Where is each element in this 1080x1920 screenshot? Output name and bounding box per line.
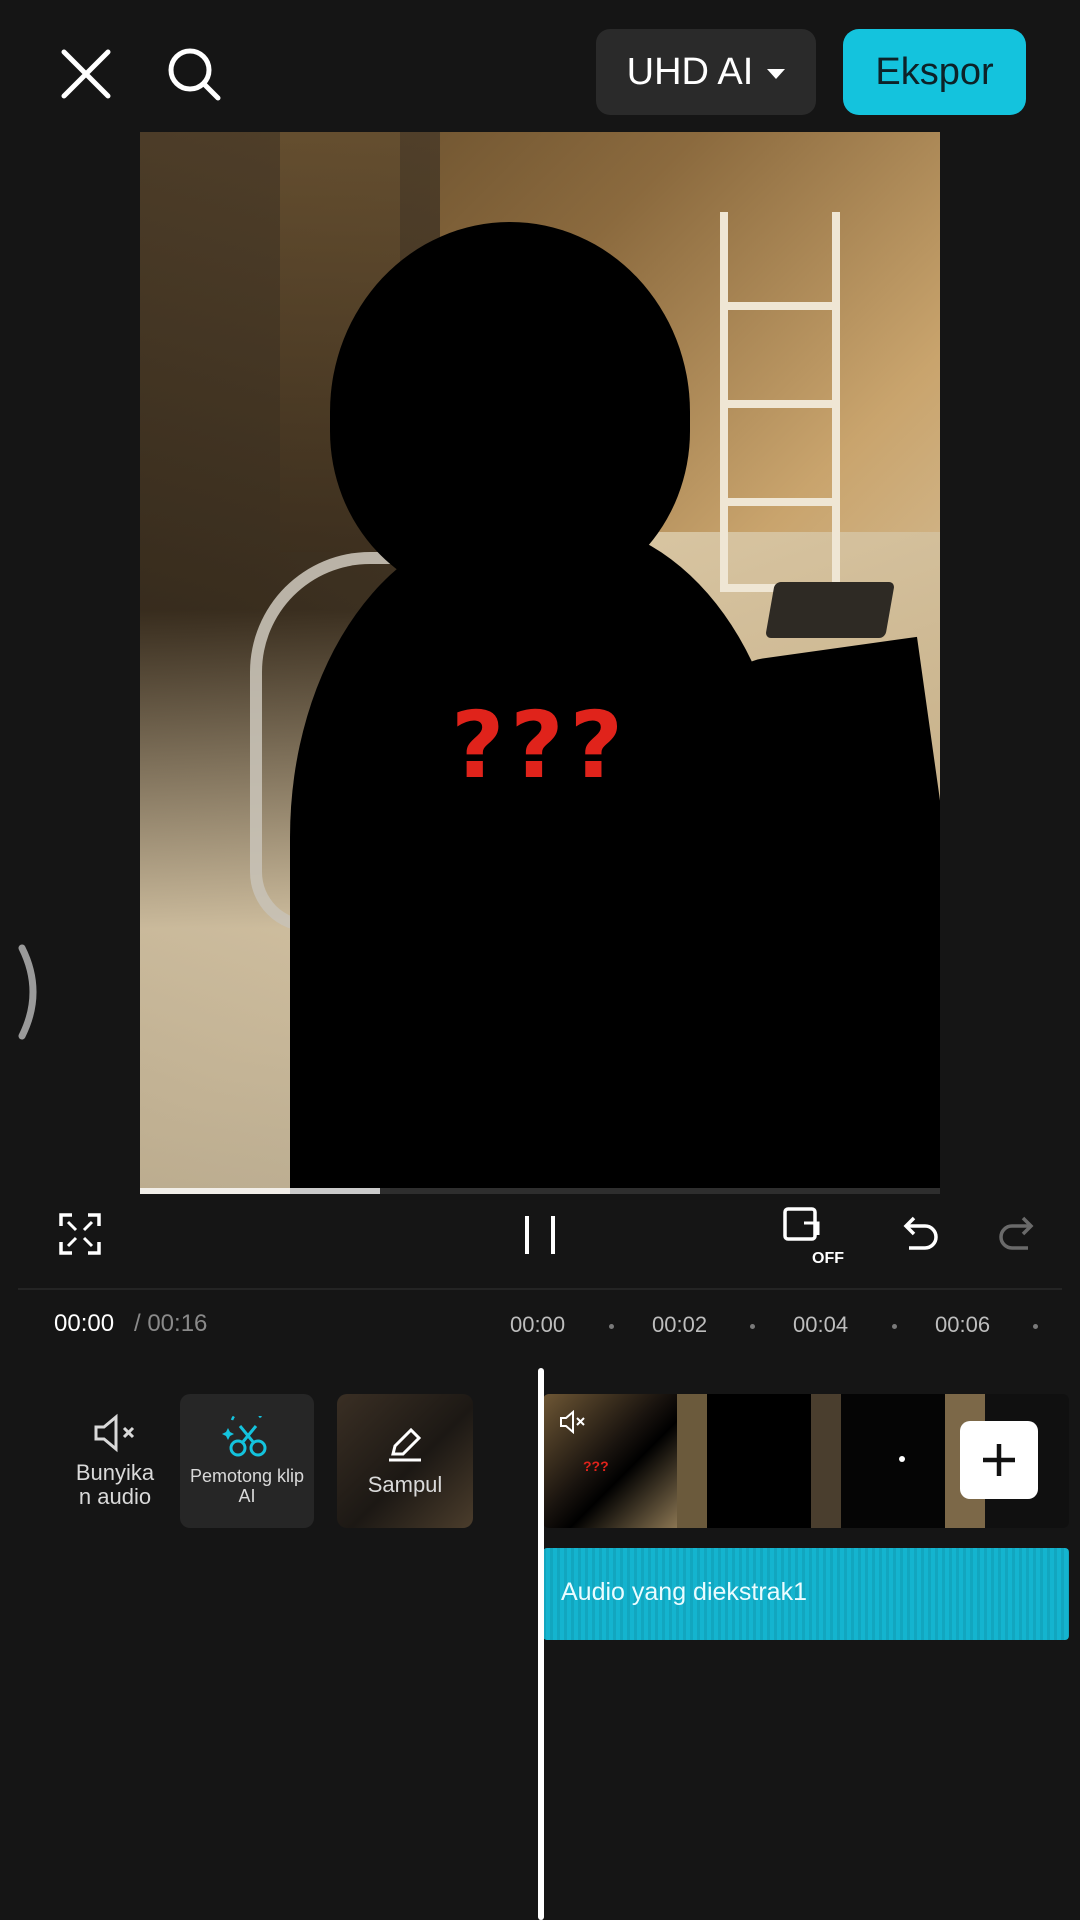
current-time: 00:00 [54,1310,115,1337]
thumbnail-overlay-text: ??? [583,1458,609,1474]
audio-track[interactable]: Audio yang diekstrak1 [543,1548,1069,1640]
ai-cutter-label-line1: Pemotong klip [189,1466,305,1486]
plus-icon [983,1444,1015,1476]
export-button[interactable]: Ekspor [843,29,1026,115]
preview-device [765,582,895,638]
ruler-tick-label: 00:06 [935,1312,991,1337]
playhead[interactable] [538,1368,544,1920]
pause-icon [525,1216,555,1254]
fullscreen-button[interactable] [58,1212,102,1256]
pause-button[interactable] [520,1210,560,1260]
ruler-tick-label: 00:04 [793,1312,849,1337]
ruler-dot [609,1324,614,1329]
edge-handle[interactable] [14,944,44,1040]
silhouette-head [330,222,690,602]
video-thumbnail [811,1394,945,1528]
speaker-mute-icon [560,1410,585,1434]
cover-label: Sampul [367,1472,443,1497]
keyframe-state: OFF [812,1250,844,1267]
silhouette-body [290,522,790,1194]
unmute-audio-button[interactable]: Bunyika n audio [48,1394,182,1528]
audio-track-label: Audio yang diekstrak1 [561,1578,807,1606]
bracket-icon [18,944,37,1040]
undo-button[interactable] [897,1212,941,1256]
ai-cutter-label-line2: AI [238,1486,256,1506]
ruler-tick-label: 00:00 [510,1312,566,1337]
thumbnail-marker [899,1456,905,1462]
video-thumbnail: ??? [543,1394,677,1528]
unmute-label-line1: Bunyika [75,1460,155,1485]
overlay-text[interactable]: ??? [140,692,940,799]
ruler-dot [1033,1324,1038,1329]
keyframe-icon: OFF [783,1207,844,1267]
search-button[interactable] [164,44,224,104]
fullscreen-icon [59,1213,101,1255]
quality-label: UHD AI [626,50,754,93]
speaker-mute-icon [94,1413,135,1453]
ruler-dot [892,1324,897,1329]
divider [18,1288,1062,1290]
ai-scissors-icon [222,1416,267,1457]
preview-progress-fill [140,1188,380,1194]
redo-button[interactable] [996,1212,1040,1256]
close-button[interactable] [58,46,114,102]
unmute-label-line2: n audio [78,1484,152,1509]
quality-dropdown[interactable]: UHD AI [596,29,816,115]
cover-button[interactable]: Sampul [337,1394,473,1528]
redo-icon [999,1216,1034,1250]
close-icon [61,49,111,99]
preview-progress-bar [140,1188,940,1194]
ruler-tick-label: 00:02 [652,1312,708,1337]
video-preview[interactable]: ??? [140,132,940,1194]
ruler-dot [750,1324,755,1329]
video-thumbnail [677,1394,811,1528]
keyframe-toggle[interactable]: OFF [782,1205,846,1267]
add-clip-button[interactable] [960,1421,1038,1499]
search-icon [168,48,221,101]
chevron-down-icon [767,69,786,79]
undo-icon [903,1216,938,1250]
ai-clip-cutter-button[interactable]: Pemotong klip AI [180,1394,314,1528]
pencil-icon [389,1427,422,1462]
total-time: / 00:16 [134,1310,208,1337]
preview-shelf [720,212,840,592]
export-label: Ekspor [875,50,994,93]
